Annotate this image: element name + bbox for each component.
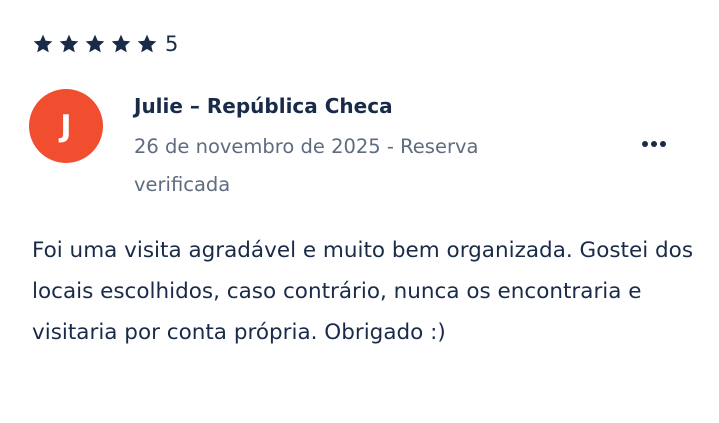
rating-row: 5 — [32, 30, 178, 58]
rating-value: 5 — [165, 32, 179, 56]
more-options-button[interactable] — [634, 130, 674, 158]
avatar-initial: J — [60, 108, 72, 144]
reviewer-name: Julie – República Checa — [134, 94, 393, 118]
star-icon — [84, 33, 106, 55]
review-date-and-verification: 26 de novembro de 2025 - Reserva verific… — [134, 135, 479, 196]
avatar: J — [29, 89, 103, 163]
star-icon — [136, 33, 158, 55]
star-rating — [32, 33, 162, 55]
star-icon — [58, 33, 80, 55]
review-text: Foi uma visita agradável e muito bem org… — [32, 238, 694, 345]
star-icon — [32, 33, 54, 55]
star-icon — [110, 33, 132, 55]
more-dots-icon — [642, 141, 666, 147]
